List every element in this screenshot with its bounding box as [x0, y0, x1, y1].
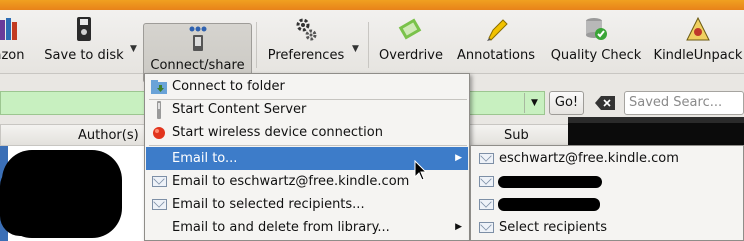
quality-check-button[interactable]: Quality Check	[548, 14, 644, 72]
book-details-panel-edge	[568, 117, 744, 123]
submenu-arrow-icon: ▶	[455, 153, 462, 163]
clear-search-icon[interactable]	[592, 93, 618, 113]
red-dot-icon	[148, 121, 170, 144]
folder-icon	[148, 75, 170, 98]
menu-item-label: Email to eschwartz@free.kindle.com	[172, 174, 410, 189]
preferences-dropdown-arrow-icon[interactable]: ▼	[352, 44, 359, 54]
save-dropdown-arrow-icon[interactable]: ▼	[130, 44, 137, 54]
annotations-label: Annotations	[456, 48, 536, 63]
main-toolbar: azon Save to disk ▼ Connect/share Prefer…	[0, 10, 744, 83]
menu-item-label: Email to...	[172, 151, 238, 166]
column-header-sub[interactable]: Sub	[504, 128, 529, 143]
envelope-icon	[148, 170, 170, 193]
toolbar-amazon-button[interactable]: azon	[0, 14, 32, 72]
submenu-item-redacted-recipient[interactable]	[472, 170, 742, 193]
redacted-cover	[0, 166, 60, 236]
envelope-icon	[148, 193, 170, 216]
server-icon	[148, 98, 170, 121]
gears-icon	[292, 14, 320, 44]
submenu-arrow-icon: ▶	[455, 222, 462, 232]
toolbar-separator	[368, 22, 369, 68]
db-check-icon	[582, 14, 610, 44]
envelope-icon	[475, 193, 497, 216]
email-to-submenu: eschwartz@free.kindle.com Select recipie…	[470, 145, 744, 241]
toolbar-separator	[256, 22, 257, 68]
menu-item-label: Email to selected recipients...	[172, 197, 365, 212]
submenu-item-label: eschwartz@free.kindle.com	[499, 151, 679, 166]
search-go-button[interactable]: Go!	[549, 91, 584, 115]
submenu-item-select-recipients[interactable]: Select recipients	[472, 216, 742, 239]
envelope-icon	[475, 147, 497, 170]
toolbar-amazon-label: azon	[0, 48, 25, 63]
kindleunpack-button[interactable]: KindleUnpack	[652, 14, 744, 72]
books-icon	[0, 14, 23, 44]
kindleunpack-label: KindleUnpack	[653, 48, 743, 63]
menu-item-label: Email to and delete from library...	[172, 220, 390, 235]
window-title-strip	[0, 0, 744, 10]
menu-item-start-wireless-connection[interactable]: Start wireless device connection	[146, 121, 468, 144]
disk-icon	[70, 14, 98, 44]
column-header-authors[interactable]: Author(s)	[78, 128, 139, 143]
menu-item-label: Connect to folder	[172, 79, 285, 94]
menu-item-email-and-delete[interactable]: Email to and delete from library... ▶	[146, 216, 468, 239]
submenu-item-redacted-recipient[interactable]	[472, 193, 742, 216]
submenu-item-eschwartz[interactable]: eschwartz@free.kindle.com	[472, 147, 742, 170]
overdrive-button[interactable]: Overdrive	[375, 14, 447, 72]
submenu-item-label: Select recipients	[499, 220, 608, 235]
preferences-label: Preferences	[267, 48, 345, 63]
quality-check-label: Quality Check	[550, 48, 642, 63]
menu-separator	[149, 145, 467, 146]
overdrive-icon	[397, 14, 425, 44]
menu-item-start-content-server[interactable]: Start Content Server	[146, 98, 468, 121]
preferences-button[interactable]: Preferences	[262, 14, 350, 72]
menu-item-email-selected-recipients[interactable]: Email to selected recipients...	[146, 193, 468, 216]
column-divider	[0, 125, 1, 147]
save-to-disk-label: Save to disk	[44, 48, 124, 63]
annotations-button[interactable]: Annotations	[455, 14, 537, 72]
search-history-dropdown-icon[interactable]: ▼	[524, 93, 544, 113]
saved-search-combobox[interactable]: Saved Searc...	[624, 91, 744, 115]
redacted-text	[498, 198, 600, 211]
highlighter-icon	[482, 14, 510, 44]
envelope-icon	[475, 216, 497, 239]
redacted-text	[498, 176, 602, 188]
envelope-icon	[475, 170, 497, 193]
unpack-icon	[684, 14, 712, 44]
menu-item-label: Start Content Server	[172, 102, 307, 117]
save-to-disk-button[interactable]: Save to disk	[40, 14, 128, 72]
connect-share-menu: Connect to folder Start Content Server S…	[144, 73, 470, 241]
menu-item-label: Start wireless device connection	[172, 125, 383, 140]
connect-share-label: Connect/share	[150, 58, 245, 73]
device-icon	[184, 24, 212, 54]
mouse-cursor-icon	[414, 160, 428, 181]
menu-item-connect-to-folder[interactable]: Connect to folder	[146, 75, 468, 98]
overdrive-label: Overdrive	[379, 48, 443, 63]
